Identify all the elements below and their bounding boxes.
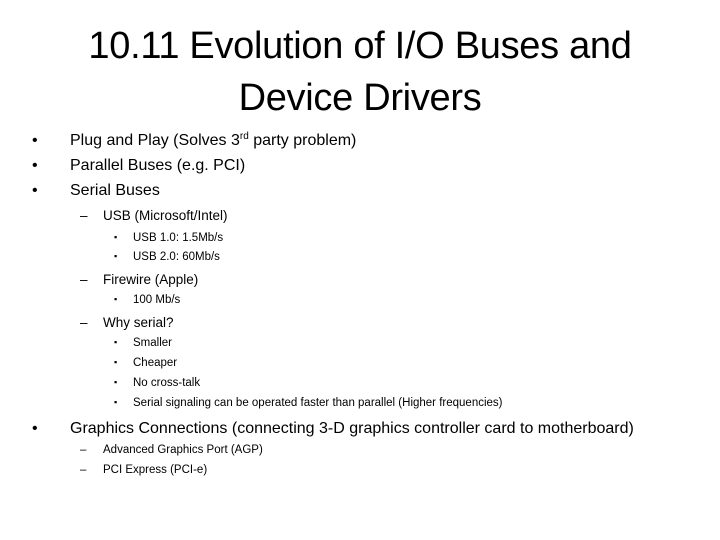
square-bullet-icon: ▪ xyxy=(114,337,118,347)
square-bullet-icon: ▪ xyxy=(114,294,118,304)
bullet-icon: • xyxy=(32,182,38,199)
dash-icon: – xyxy=(80,208,88,223)
slide-title: 10.11 Evolution of I/O Buses and Device … xyxy=(60,20,660,124)
square-bullet-icon: ▪ xyxy=(114,357,118,367)
square-bullet-icon: ▪ xyxy=(114,232,118,242)
dash-icon: – xyxy=(80,464,87,476)
square-bullet-icon: ▪ xyxy=(114,377,118,387)
dash-icon: – xyxy=(80,444,87,456)
title-line-1: 10.11 Evolution of I/O Buses and xyxy=(88,25,632,67)
bullet-icon: • xyxy=(32,420,38,437)
dash-icon: – xyxy=(80,272,88,287)
square-bullet-icon: ▪ xyxy=(114,251,118,261)
bullet-icon: • xyxy=(32,132,38,149)
bullet-icon: • xyxy=(32,157,38,174)
dash-icon: – xyxy=(80,315,88,330)
square-bullet-icon: ▪ xyxy=(114,397,118,407)
title-line-2: Device Drivers xyxy=(238,77,482,119)
